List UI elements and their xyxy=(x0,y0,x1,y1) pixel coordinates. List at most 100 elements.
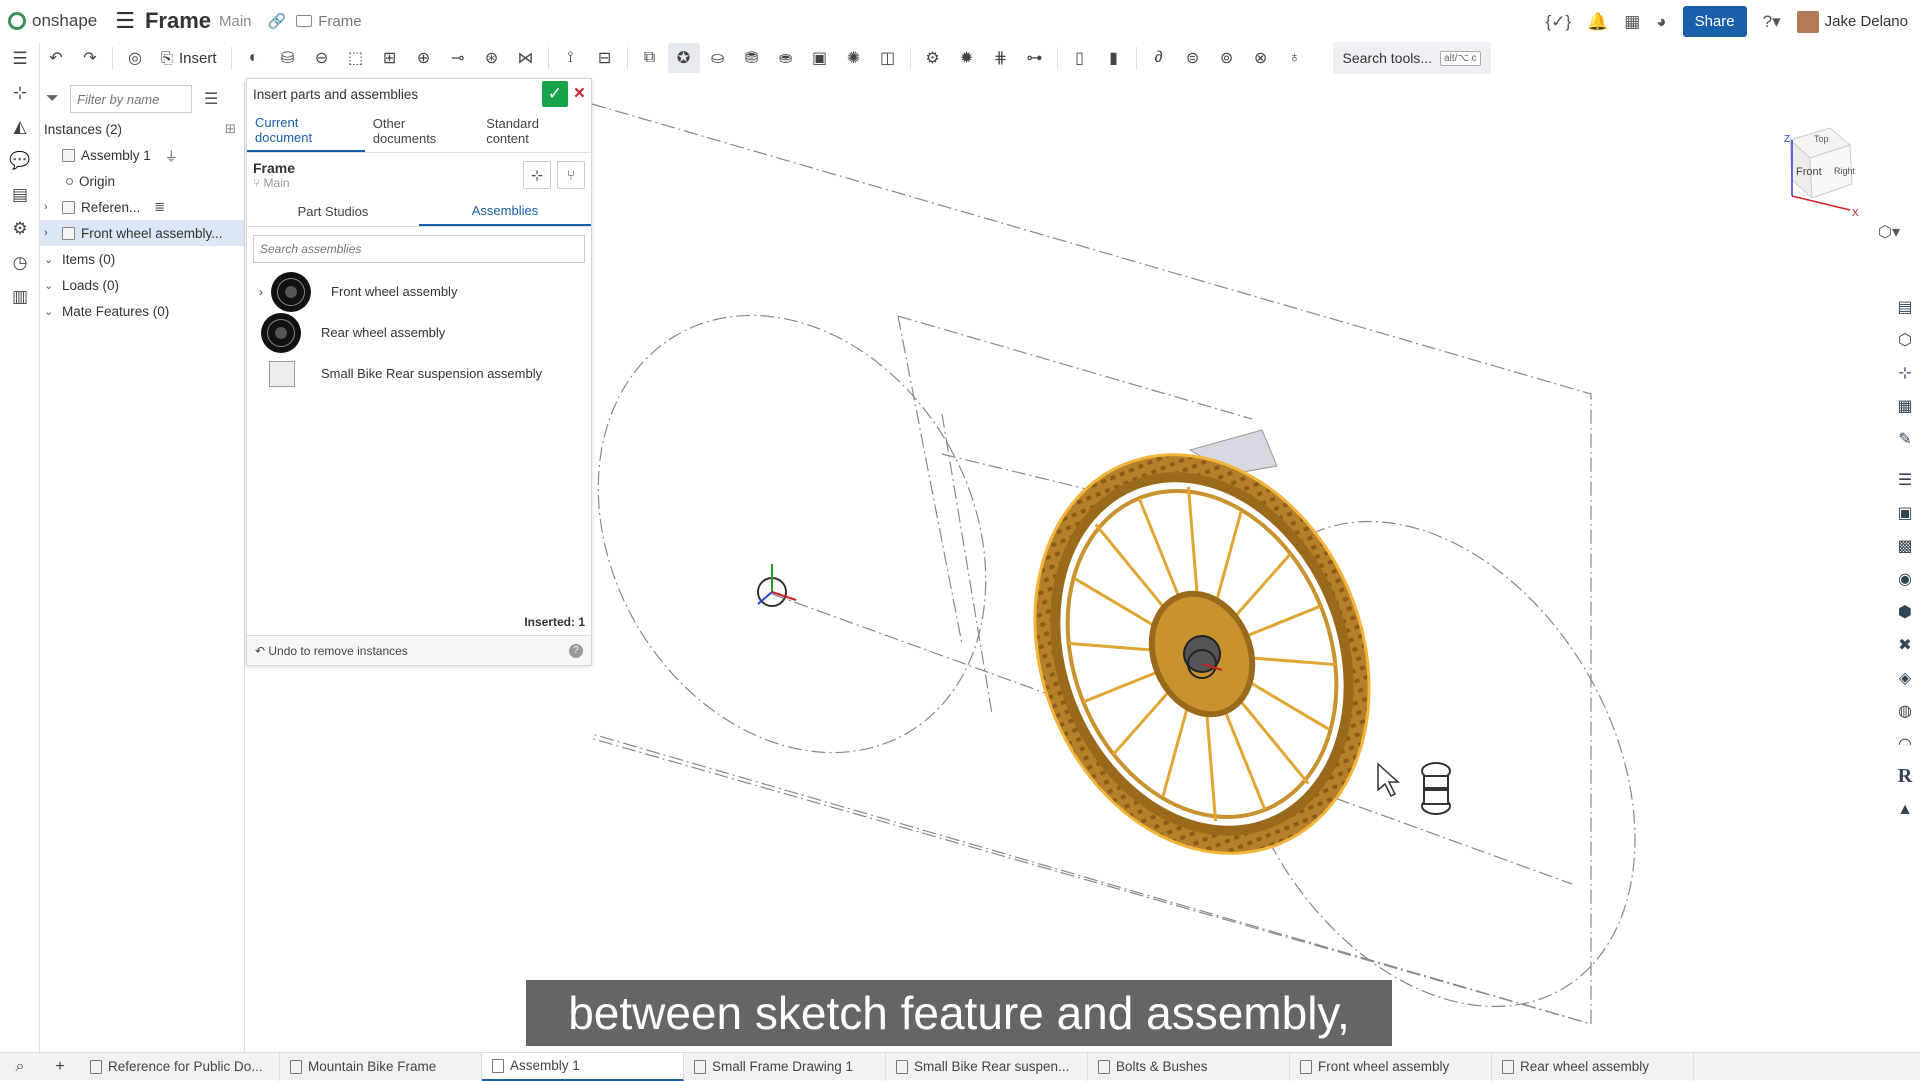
app-calendar-icon[interactable]: ▩ xyxy=(1890,529,1920,562)
help-icon[interactable]: ?▾ xyxy=(1763,12,1781,32)
menu-icon[interactable]: ☰ xyxy=(115,8,135,34)
settings-gear-icon[interactable]: ⚙ xyxy=(917,43,949,73)
lamp-icon[interactable]: ♁ xyxy=(1279,43,1311,73)
tab-mountain-bike-frame[interactable]: Mountain Bike Frame xyxy=(280,1052,482,1081)
explode-icon[interactable]: ✺ xyxy=(838,43,870,73)
group-icon[interactable]: ⧉ xyxy=(634,43,666,73)
gear-relation-icon[interactable]: ⛀ xyxy=(702,43,734,73)
tab-search-icon[interactable]: ⌕ xyxy=(0,1058,40,1076)
app-palette-icon[interactable]: ◈ xyxy=(1890,661,1920,694)
bom-panel-icon[interactable]: ▦ xyxy=(1890,389,1920,422)
appearance-panel-icon[interactable]: ⬡ xyxy=(1890,323,1920,356)
branch-label[interactable]: Main xyxy=(219,13,252,30)
add-folder-icon[interactable]: ⊞ xyxy=(225,121,236,137)
instances-list-icon[interactable]: ☰ xyxy=(0,42,40,76)
cylindrical-mate-icon[interactable]: ⊕ xyxy=(408,43,440,73)
tab-small-frame-drawing[interactable]: Small Frame Drawing 1 xyxy=(684,1052,886,1081)
replicate-icon[interactable]: ◐ xyxy=(238,43,270,73)
configurations-icon[interactable]: ⚙ xyxy=(0,212,40,246)
list-options-icon[interactable]: ☰ xyxy=(204,89,218,109)
screw-relation-icon[interactable]: ⛂ xyxy=(770,43,802,73)
tree-item-assembly[interactable]: Assembly 1 ⏚ xyxy=(40,142,244,168)
tab-assembly-1[interactable]: Assembly 1 xyxy=(482,1052,684,1081)
mate-connector-icon[interactable]: ✪ xyxy=(667,43,700,73)
ball-mate-icon[interactable]: ⊛ xyxy=(476,43,508,73)
chevron-right-icon[interactable]: › xyxy=(44,227,56,239)
properties-icon[interactable]: ▥ xyxy=(0,280,40,314)
list-item[interactable]: › Front wheel assembly xyxy=(247,271,591,312)
pattern-icon[interactable]: ⋕ xyxy=(985,43,1017,73)
view-cube-top[interactable]: Top xyxy=(1814,134,1829,144)
sync-icon[interactable]: ◎ xyxy=(119,43,151,73)
list-item[interactable]: Rear wheel assembly xyxy=(247,312,591,353)
app-cube-icon[interactable]: ⬢ xyxy=(1890,595,1920,628)
rack-pinion-icon[interactable]: ⛃ xyxy=(736,43,768,73)
list-item[interactable]: Small Bike Rear suspension assembly xyxy=(247,353,591,394)
tree-group-items[interactable]: ⌄ Items (0) xyxy=(40,246,244,272)
tab-front-wheel-assembly[interactable]: Front wheel assembly xyxy=(1290,1052,1492,1081)
redo-icon[interactable]: ↷ xyxy=(74,43,106,73)
document-title[interactable]: Frame xyxy=(145,8,211,34)
search-assemblies-input[interactable] xyxy=(254,236,584,262)
filter-input[interactable] xyxy=(70,85,192,113)
fastened-mate-icon[interactable]: ⛁ xyxy=(272,43,304,73)
animation-icon[interactable]: ◷ xyxy=(0,246,40,280)
tree-item-origin[interactable]: Origin xyxy=(40,168,244,194)
app-r-icon[interactable]: R xyxy=(1890,760,1920,793)
tree-item-front-wheel[interactable]: › Front wheel assembly... xyxy=(40,220,244,246)
parallel-mate-icon[interactable]: ⋈ xyxy=(510,43,542,73)
mates-icon[interactable]: ⊹ xyxy=(0,76,40,110)
tree-group-loads[interactable]: ⌄ Loads (0) xyxy=(40,272,244,298)
chevron-down-icon[interactable]: ⌄ xyxy=(44,305,56,318)
user-menu[interactable]: Jake Delano xyxy=(1796,10,1908,33)
bom-icon[interactable]: ▤ xyxy=(0,178,40,212)
version-branch-icon[interactable]: ⑂ xyxy=(557,161,585,189)
link-icon[interactable]: 🔗 xyxy=(268,12,287,30)
tangent-mate-icon[interactable]: ⟟ xyxy=(555,43,587,73)
view-cube-front[interactable]: Front xyxy=(1796,166,1822,178)
chevron-down-icon[interactable]: ⌄ xyxy=(44,253,56,266)
tab-bolts-bushes[interactable]: Bolts & Bushes xyxy=(1088,1052,1290,1081)
chevron-right-icon[interactable]: › xyxy=(44,201,56,213)
insert-button[interactable]: ⎘ Insert xyxy=(153,43,225,73)
view-cube-right[interactable]: Right xyxy=(1834,166,1856,176)
add-tab-icon[interactable]: + xyxy=(40,1058,80,1076)
onshape-logo[interactable]: onshape xyxy=(8,11,97,31)
appearance-icon[interactable]: ◭ xyxy=(0,110,40,144)
tree-item-reference[interactable]: › Referen... ≣ xyxy=(40,194,244,220)
properties-panel-icon[interactable]: ▤ xyxy=(1890,290,1920,323)
tab-rear-wheel-assembly[interactable]: Rear wheel assembly xyxy=(1492,1052,1694,1081)
learning-icon[interactable]: ◕ xyxy=(1656,12,1666,32)
search-tools[interactable]: Search tools... alt/⌥ c xyxy=(1332,42,1491,74)
tab-current-document[interactable]: Current document xyxy=(247,109,365,152)
folder-breadcrumb[interactable]: Frame xyxy=(296,13,362,30)
close-icon[interactable]: × xyxy=(574,83,585,105)
instances-header[interactable]: Instances (2) ⊞ xyxy=(40,116,244,142)
graphics-viewport[interactable] xyxy=(575,74,1884,1052)
insert-with-mates-icon[interactable]: ⊹ xyxy=(523,161,551,189)
section-view-icon[interactable]: ◫ xyxy=(872,43,904,73)
bom-table-icon[interactable]: ▮ xyxy=(1098,43,1130,73)
tab-assemblies[interactable]: Assemblies xyxy=(419,197,591,226)
chevron-down-icon[interactable]: ⌄ xyxy=(44,279,56,292)
slider-mate-icon[interactable]: ⬚ xyxy=(340,43,372,73)
linear-relation-icon[interactable]: ▣ xyxy=(804,43,836,73)
tab-other-documents[interactable]: Other documents xyxy=(365,109,478,152)
app-eye-icon[interactable]: ◠ xyxy=(1890,727,1920,760)
rotate-icon[interactable]: ⊜ xyxy=(1177,43,1209,73)
filter-icon[interactable]: ⏷ xyxy=(46,90,62,108)
tab-standard-content[interactable]: Standard content xyxy=(478,109,591,152)
drawing-icon[interactable]: ▯ xyxy=(1064,43,1096,73)
app-colorwheel-icon[interactable]: ◉ xyxy=(1890,562,1920,595)
tab-reference-public[interactable]: Reference for Public Do... xyxy=(80,1052,280,1081)
variables-icon[interactable]: {✓} xyxy=(1545,12,1571,32)
help-icon[interactable]: ? xyxy=(569,643,583,658)
app-list-icon[interactable]: ☰ xyxy=(1890,463,1920,496)
app-store-icon[interactable]: ▦ xyxy=(1624,12,1640,32)
chain-icon[interactable]: ⊗ xyxy=(1245,43,1277,73)
undo-icon[interactable]: ↶ xyxy=(40,43,72,73)
pin-slot-mate-icon[interactable]: ⊸ xyxy=(442,43,474,73)
app-triangle-icon[interactable]: ▲ xyxy=(1890,793,1920,826)
notifications-icon[interactable]: 🔔 xyxy=(1587,12,1608,32)
app-document-icon[interactable]: ▣ xyxy=(1890,496,1920,529)
